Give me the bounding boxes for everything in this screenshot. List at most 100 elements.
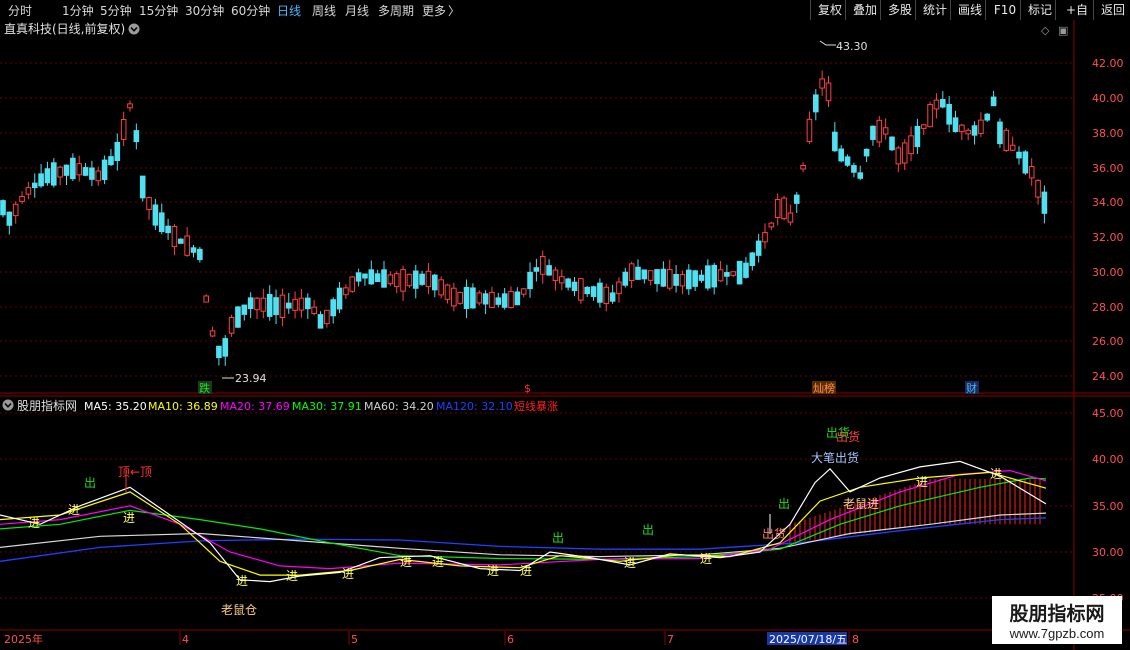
candle-body bbox=[31, 182, 38, 189]
candle-body bbox=[425, 270, 432, 288]
period-tab-timeshare[interactable]: 分时 bbox=[8, 2, 32, 19]
candle-body bbox=[311, 306, 317, 315]
date-tick: 5 bbox=[351, 633, 358, 646]
candle-body bbox=[495, 297, 502, 305]
candle-body bbox=[508, 290, 514, 309]
candle-body bbox=[1016, 151, 1022, 159]
candle-body bbox=[1022, 151, 1029, 174]
candle-body bbox=[679, 274, 686, 287]
period-tab-5min[interactable]: 5分钟 bbox=[100, 2, 132, 19]
date-tick: 8 bbox=[852, 633, 859, 646]
multi-stock-button[interactable]: 多股 bbox=[880, 0, 919, 20]
candle-body bbox=[933, 99, 940, 110]
diamond-icon[interactable]: ◇ bbox=[1041, 24, 1050, 37]
annotation-top: 顶←顶 bbox=[118, 465, 152, 479]
period-tab-daily[interactable]: 日线 bbox=[277, 2, 301, 19]
candle-body bbox=[762, 232, 768, 243]
candle-body bbox=[825, 82, 832, 102]
candle-body bbox=[368, 269, 375, 285]
candle-body bbox=[266, 293, 273, 317]
candle-body bbox=[832, 131, 838, 152]
period-tab-more[interactable]: 更多 bbox=[422, 2, 446, 19]
candle-body bbox=[533, 267, 540, 272]
add-favorite-button[interactable]: +自选 bbox=[1055, 0, 1098, 37]
draw-line-button[interactable]: 画线 bbox=[950, 0, 989, 20]
stock-title: 直真科技(日线,前复权) bbox=[4, 21, 125, 36]
candle-body bbox=[228, 317, 235, 334]
candle-body bbox=[412, 270, 419, 289]
candle-body bbox=[336, 287, 343, 310]
candle-body bbox=[158, 212, 165, 233]
period-tab-30min[interactable]: 30分钟 bbox=[185, 2, 224, 19]
annotation-sell: 出 bbox=[642, 523, 654, 537]
candle-body bbox=[63, 164, 70, 176]
price-tick: 34.00 bbox=[1092, 196, 1124, 209]
chevron-right-icon[interactable]: 〉 bbox=[448, 2, 460, 19]
candle-body bbox=[609, 292, 616, 302]
candle-body bbox=[0, 200, 6, 216]
candle-body bbox=[971, 125, 978, 136]
candle-body bbox=[755, 240, 762, 256]
candle-body bbox=[133, 130, 140, 143]
candle-body bbox=[559, 276, 565, 284]
candle-body bbox=[787, 212, 794, 223]
candle-body bbox=[959, 124, 965, 133]
period-tab-1min[interactable]: 1分钟 bbox=[62, 2, 94, 19]
candle-body bbox=[635, 266, 641, 280]
window-toggle-icon[interactable]: ▣ bbox=[1058, 24, 1068, 37]
period-tab-60min[interactable]: 60分钟 bbox=[231, 2, 270, 19]
candle-body bbox=[146, 197, 152, 210]
period-toolbar: 分时 1分钟 5分钟 15分钟 30分钟 60分钟 日线 周线 月线 多周期 更… bbox=[0, 0, 1130, 37]
candle-body bbox=[813, 94, 819, 113]
candle-body bbox=[209, 330, 216, 337]
candle-body bbox=[908, 135, 914, 155]
period-tab-multi[interactable]: 多周期 bbox=[378, 2, 414, 19]
candle-body bbox=[120, 118, 127, 140]
candle-body bbox=[51, 162, 57, 186]
candle-body bbox=[686, 269, 692, 290]
candle-body bbox=[514, 291, 521, 306]
f10-button[interactable]: F10 bbox=[985, 0, 1024, 20]
candle-body bbox=[349, 276, 356, 292]
candle-body bbox=[692, 270, 698, 287]
candle-body bbox=[457, 292, 463, 304]
candle-body bbox=[82, 167, 89, 176]
candle-body bbox=[165, 225, 171, 234]
annotation-buy: 进 bbox=[68, 503, 80, 517]
candle-body bbox=[895, 147, 902, 165]
candle-body bbox=[108, 156, 114, 166]
candle-body bbox=[793, 194, 800, 204]
candle-body bbox=[235, 306, 241, 328]
indicator-tick: 30.00 bbox=[1092, 546, 1124, 559]
mark-button[interactable]: 标记 bbox=[1020, 0, 1059, 20]
candle-body bbox=[736, 260, 743, 285]
candle-body bbox=[749, 252, 756, 266]
candle-body bbox=[965, 129, 972, 135]
indicator-menu-icon[interactable] bbox=[2, 399, 14, 411]
statistics-button[interactable]: 统计 bbox=[915, 0, 954, 20]
candle-body bbox=[95, 170, 102, 182]
restore-rights-button[interactable]: 复权 bbox=[810, 0, 849, 20]
candle-body bbox=[254, 297, 260, 311]
legend-ma5: MA5: 35.20 bbox=[84, 400, 147, 413]
candle-body bbox=[940, 98, 946, 108]
candle-body bbox=[451, 287, 457, 307]
period-tab-15min[interactable]: 15分钟 bbox=[139, 2, 178, 19]
annotation-sell-off: 出货 bbox=[762, 526, 786, 541]
annotation-big-sell: 大笔出货 bbox=[811, 450, 859, 465]
annotation-buy: 进 bbox=[700, 552, 712, 566]
overlay-button[interactable]: 叠加 bbox=[845, 0, 884, 20]
candle-body bbox=[489, 291, 495, 309]
back-button[interactable]: 返回 bbox=[1093, 0, 1130, 20]
indicator-tick: 40.00 bbox=[1092, 453, 1124, 466]
period-tab-monthly[interactable]: 月线 bbox=[345, 2, 369, 19]
candle-body bbox=[1028, 166, 1035, 179]
candle-body bbox=[851, 165, 857, 173]
period-tab-weekly[interactable]: 周线 bbox=[312, 2, 336, 19]
candle-body bbox=[247, 297, 254, 310]
chevron-circle-icon[interactable] bbox=[128, 23, 140, 35]
candle-body bbox=[590, 286, 597, 297]
candle-body bbox=[1009, 144, 1016, 151]
candle-body bbox=[216, 345, 222, 359]
indicator-name: 股朋指标网 bbox=[17, 398, 77, 413]
